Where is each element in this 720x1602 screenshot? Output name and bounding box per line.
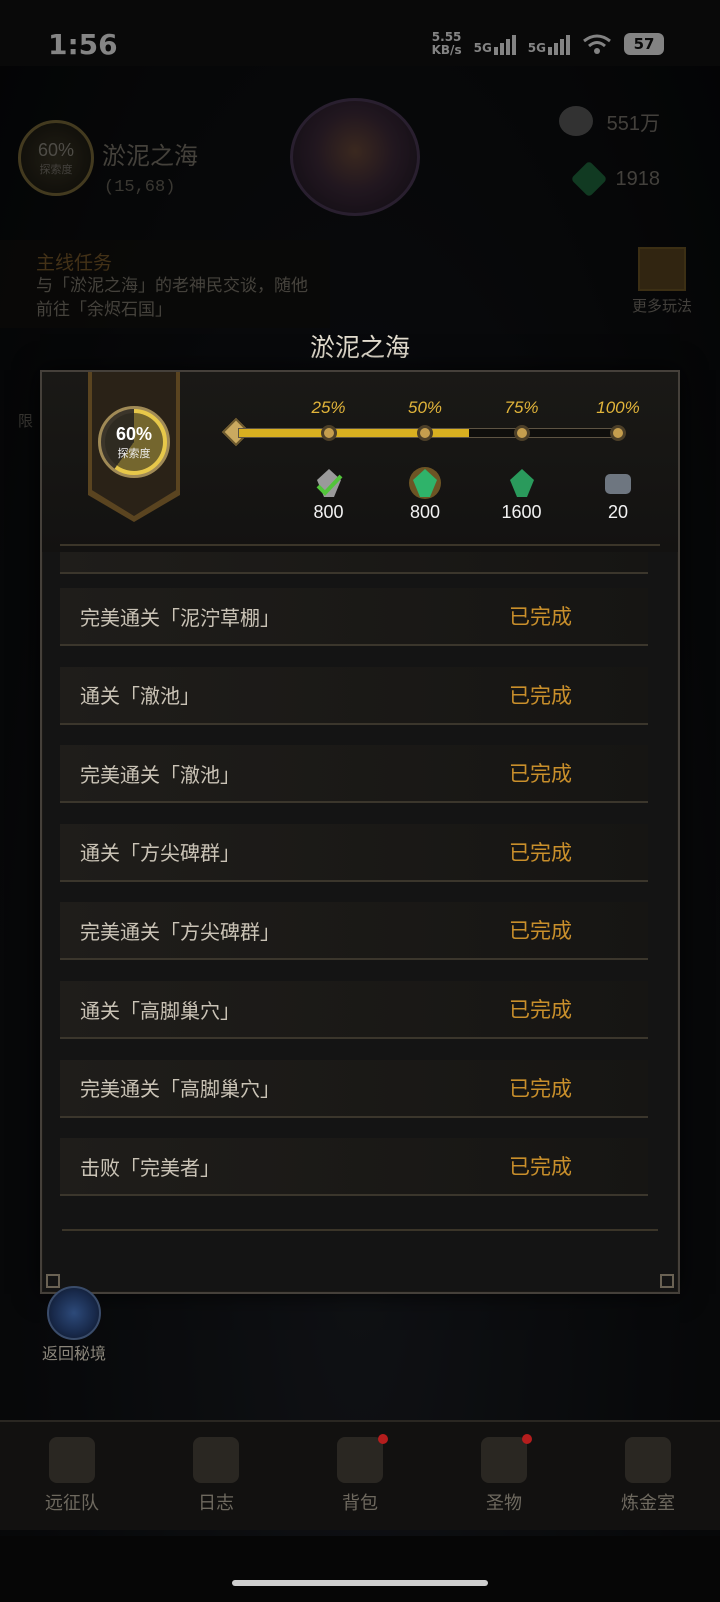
task-status: 已完成 <box>509 605 572 629</box>
nav-label: 日志 <box>198 1493 234 1514</box>
nav-item-helmet[interactable]: 远征队 <box>0 1422 144 1530</box>
milestone-label: 25% <box>311 398 346 417</box>
task-status: 已完成 <box>509 840 572 865</box>
task-name: 通关「高脚巢穴」 <box>80 998 240 1023</box>
dialog-title: 淤泥之海 <box>309 333 410 362</box>
task-status: 已完成 <box>509 762 572 787</box>
header-divider <box>60 544 660 546</box>
nav-item-chalice[interactable]: 圣物 <box>432 1422 576 1530</box>
milestone-node <box>417 425 433 441</box>
task-row: 完美通关「高脚巢穴」 已完成 <box>60 1059 648 1118</box>
task-row: 通关「澈池」 已完成 <box>60 666 648 725</box>
task-name: 击败「完美者」 <box>80 1155 220 1180</box>
milestone-reward[interactable]: 800 <box>299 466 359 523</box>
notification-dot <box>378 1434 388 1444</box>
task-row: 通关「方尖碑群」 已完成 <box>60 823 648 882</box>
task-name: 通关「方尖碑群」 <box>80 841 240 866</box>
task-name: 完美通关「方尖碑群」 <box>80 919 280 944</box>
task-row-partial <box>60 552 648 574</box>
ore-icon <box>605 474 631 494</box>
list-bottom-divider <box>62 1229 658 1231</box>
alchemy-icon <box>625 1437 671 1483</box>
milestone-label: 50% <box>407 398 443 417</box>
task-row: 通关「高脚巢穴」 已完成 <box>60 981 648 1039</box>
scroll-icon <box>193 1437 239 1483</box>
milestone-label: 100% <box>596 398 640 417</box>
task-list[interactable]: 完美通关「泥泞草棚」 已完成 通关「澈池」 已完成 完美通关「澈池」 已完成 通关「方尖碑群… <box>60 552 660 1242</box>
task-row: 完美通关「泥泞草棚」 已完成 <box>60 588 648 646</box>
milestone-node <box>320 425 337 441</box>
gesture-bar[interactable] <box>232 1580 488 1586</box>
reward-amount: 20 <box>607 502 629 522</box>
nav-label: 远征队 <box>45 1493 99 1514</box>
nav-item-bag[interactable]: 背包 <box>288 1422 432 1530</box>
reward-amount: 800 <box>313 502 344 522</box>
silver-crystal-icon <box>316 469 342 497</box>
nav-label: 圣物 <box>486 1493 522 1514</box>
green-gem-icon <box>509 469 534 497</box>
milestone-node <box>610 425 626 441</box>
task-status: 已完成 <box>509 998 572 1022</box>
nav-item-scroll[interactable]: 日志 <box>144 1422 288 1530</box>
milestone-reward[interactable]: 20 <box>588 466 648 523</box>
milestone-reward[interactable]: 1600 <box>492 466 552 523</box>
task-name: 通关「澈池」 <box>80 684 200 709</box>
task-status: 已完成 <box>509 919 572 944</box>
task-row: 击败「完美者」 已完成 <box>60 1138 648 1197</box>
notification-dot <box>522 1434 532 1444</box>
corner-ornament <box>660 1274 674 1288</box>
task-row: 完美通关「澈池」 已完成 <box>60 745 648 804</box>
task-name: 完美通关「泥泞草棚」 <box>80 605 280 630</box>
milestone-node <box>513 425 530 441</box>
task-name: 完美通关「高脚巢穴」 <box>80 1077 280 1102</box>
milestone-label: 75% <box>504 398 539 417</box>
task-status: 已完成 <box>509 1155 572 1180</box>
progress-fill <box>239 429 470 437</box>
chalice-icon <box>481 1437 527 1483</box>
reward-amount: 800 <box>409 502 441 522</box>
task-status: 已完成 <box>509 683 572 708</box>
return-secret-realm-button[interactable]: 返回秘境 <box>38 1286 110 1364</box>
task-row: 完美通关「方尖碑群」 已完成 <box>60 902 648 961</box>
nav-label: 背包 <box>342 1493 378 1514</box>
reward-amount: 1600 <box>501 502 542 522</box>
task-name: 完美通关「澈池」 <box>80 762 240 787</box>
exploration-dialog: 60% 探索度 25% 800 50% 800 75% 1600 100% 20 完美通关「泥… <box>40 370 680 1294</box>
exploration-header: 60% 探索度 25% 800 50% 800 75% 1600 100% 20 <box>42 372 678 552</box>
task-status: 已完成 <box>509 1076 572 1101</box>
bottom-navigation: 远征队 日志 背包 圣物 炼金室 <box>0 1420 720 1530</box>
bag-icon <box>337 1437 383 1483</box>
nav-item-alchemy[interactable]: 炼金室 <box>576 1422 720 1530</box>
helmet-icon <box>49 1437 95 1483</box>
green-gem-glowing-icon <box>409 467 441 499</box>
nav-label: 炼金室 <box>621 1493 675 1514</box>
milestone-reward[interactable]: 800 <box>395 466 455 523</box>
exploration-readout: 60% 探索度 <box>105 413 163 471</box>
portal-icon <box>47 1286 101 1340</box>
